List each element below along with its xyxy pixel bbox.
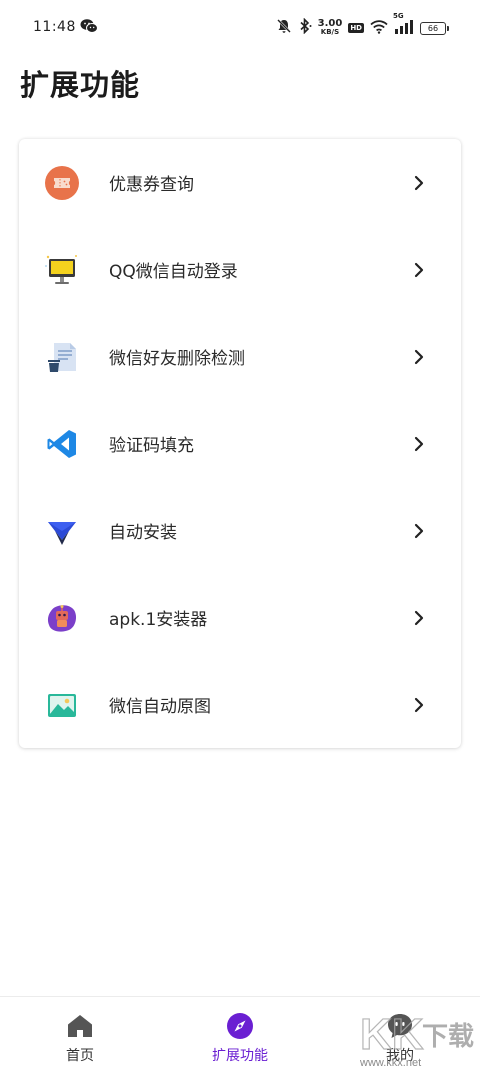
cellular-signal-icon: 5G (393, 12, 414, 38)
chevron-right-icon (414, 262, 424, 277)
watermark-brand: 下载 (422, 1022, 474, 1052)
nav-tab-extensions[interactable]: 扩展功能 (180, 997, 300, 1074)
menu-item-label: 自动安装 (109, 523, 177, 543)
menu-item-coupon-query[interactable]: 优惠券查询 (19, 139, 461, 226)
robot-icon (44, 600, 80, 636)
page-title: 扩展功能 (20, 68, 141, 102)
network-type-label: 5G (393, 11, 404, 20)
chevron-right-icon (414, 610, 424, 625)
status-time: 11:48 (33, 19, 76, 35)
menu-item-label: 微信好友删除检测 (109, 349, 245, 369)
chevron-right-icon (414, 175, 424, 190)
menu-item-apk1-installer[interactable]: apk.1安装器 (19, 574, 461, 661)
chevron-right-icon (414, 349, 424, 364)
status-bar: 11:48 3.00 KB/S HD 5G 66 (0, 0, 480, 56)
monitor-icon (44, 252, 80, 288)
menu-item-label: QQ微信自动登录 (109, 262, 238, 282)
chevron-right-icon (414, 523, 424, 538)
home-icon (65, 1011, 95, 1041)
document-trash-icon (44, 339, 80, 375)
mute-bell-icon (276, 18, 292, 38)
hd-badge: HD (348, 23, 364, 33)
network-speed-unit: KB/S (320, 28, 340, 36)
chevron-right-icon (414, 697, 424, 712)
menu-item-auto-install[interactable]: 自动安装 (19, 487, 461, 574)
menu-item-captcha-fill[interactable]: 验证码填充 (19, 400, 461, 487)
menu-item-wechat-auto-original-image[interactable]: 微信自动原图 (19, 661, 461, 748)
nav-tab-label: 扩展功能 (212, 1048, 268, 1064)
menu-item-label: 验证码填充 (109, 436, 194, 456)
menu-item-wechat-friend-deletion-check[interactable]: 微信好友删除检测 (19, 313, 461, 400)
battery-indicator: 66 (420, 21, 449, 35)
chevron-right-icon (414, 436, 424, 451)
image-icon (44, 687, 80, 723)
feature-list-card: 优惠券查询 QQ微信自动登录 微信好友删除检测 验证码填充 自动安装 apk.1… (19, 139, 461, 748)
compass-icon (225, 1011, 255, 1041)
nav-tab-label: 首页 (66, 1048, 94, 1064)
code-editor-icon (44, 426, 80, 462)
status-indicators: 3.00 KB/S HD 5G 66 (276, 12, 449, 42)
watermark-url: www.kkx.net (360, 1057, 422, 1069)
network-speed-value: 3.00 (317, 18, 343, 29)
menu-item-qq-wechat-auto-login[interactable]: QQ微信自动登录 (19, 226, 461, 313)
triangle-install-icon (44, 513, 80, 549)
svg-text:KK: KK (360, 1010, 424, 1059)
coupon-icon (44, 165, 80, 201)
menu-item-label: 优惠券查询 (109, 175, 194, 195)
wechat-notification-icon (80, 18, 98, 38)
wifi-icon (370, 19, 388, 38)
network-speed: 3.00 KB/S (317, 18, 343, 37)
nav-tab-home[interactable]: 首页 (20, 997, 140, 1074)
menu-item-label: apk.1安装器 (109, 610, 208, 630)
menu-item-label: 微信自动原图 (109, 697, 211, 717)
bluetooth-icon (298, 17, 312, 38)
